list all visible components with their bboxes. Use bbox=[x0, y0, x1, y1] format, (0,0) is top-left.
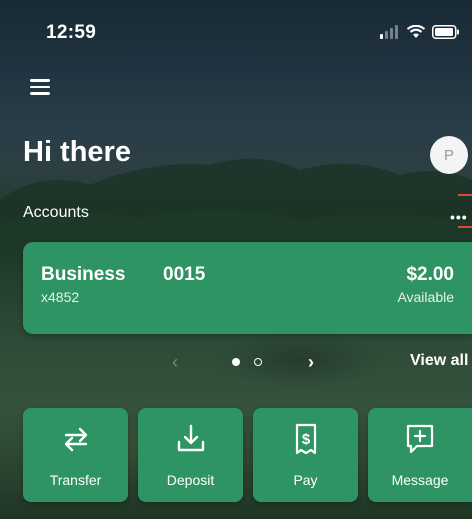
message-button[interactable]: Message bbox=[368, 408, 472, 502]
account-card-business[interactable]: Business x4852 0015 $2.00 Available bbox=[23, 242, 472, 334]
pager-dot-active[interactable] bbox=[232, 358, 240, 366]
status-icons bbox=[380, 25, 460, 39]
pager-dot-inactive[interactable] bbox=[254, 358, 262, 366]
wifi-icon bbox=[406, 25, 426, 38]
deposit-icon bbox=[177, 424, 204, 452]
profile-avatar[interactable]: P bbox=[430, 136, 468, 174]
greeting-title: Hi there bbox=[23, 136, 131, 168]
chevron-right-icon[interactable]: › bbox=[308, 352, 314, 373]
red-indicator-top bbox=[458, 194, 472, 196]
svg-text:$: $ bbox=[301, 431, 310, 448]
view-all-link[interactable]: View all bbox=[410, 352, 468, 370]
hamburger-menu-icon[interactable] bbox=[30, 79, 50, 95]
transfer-button[interactable]: Transfer bbox=[23, 408, 128, 502]
pay-button[interactable]: $ Pay bbox=[253, 408, 358, 502]
account-balance-label: Available bbox=[397, 289, 454, 305]
deposit-label: Deposit bbox=[166, 472, 215, 488]
accounts-more-button[interactable]: ••• bbox=[446, 192, 472, 230]
transfer-label: Transfer bbox=[49, 472, 102, 488]
pay-label: Pay bbox=[293, 472, 318, 488]
account-name: Business bbox=[41, 264, 126, 285]
red-indicator-bottom bbox=[458, 226, 472, 228]
status-time: 12:59 bbox=[46, 22, 97, 43]
account-balance: $2.00 bbox=[406, 264, 454, 285]
more-dots-icon: ••• bbox=[450, 209, 468, 225]
battery-icon bbox=[432, 25, 459, 39]
pay-icon: $ bbox=[295, 423, 316, 455]
account-number: 0015 bbox=[163, 264, 206, 285]
message-label: Message bbox=[391, 472, 449, 488]
account-mask: x4852 bbox=[41, 289, 80, 305]
home-screen: 12:59 Hi there P Accounts ••• Business x… bbox=[0, 0, 472, 519]
message-icon bbox=[406, 424, 434, 454]
quick-actions: Transfer Deposit $ Pay Message bbox=[23, 408, 472, 502]
chevron-left-icon[interactable]: ‹ bbox=[172, 352, 178, 373]
transfer-icon bbox=[64, 427, 87, 452]
cellular-signal-icon bbox=[380, 25, 398, 39]
accounts-section-label: Accounts bbox=[23, 204, 89, 221]
deposit-button[interactable]: Deposit bbox=[138, 408, 243, 502]
